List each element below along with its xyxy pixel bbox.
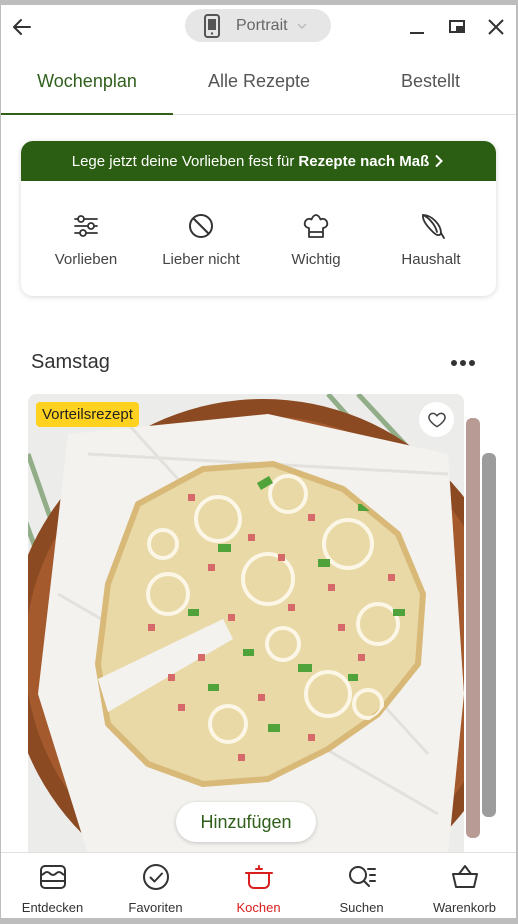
nav-entdecken[interactable]: Entdecken xyxy=(1,853,104,918)
cooking-pot-icon xyxy=(244,865,273,889)
nav-label: Kochen xyxy=(236,900,281,915)
prohibited-icon xyxy=(189,214,213,238)
tab-bar: Wochenplan Alle Rezepte Bestellt xyxy=(1,49,516,115)
whisk-icon xyxy=(422,214,445,239)
pref-item-wichtig[interactable]: Wichtig xyxy=(261,211,371,268)
favorite-button[interactable] xyxy=(419,402,454,437)
pref-item-label: Lieber nicht xyxy=(162,251,240,268)
tab-bestellt[interactable]: Bestellt xyxy=(345,49,516,114)
pref-item-label: Haushalt xyxy=(401,251,461,268)
nav-favoriten[interactable]: Favoriten xyxy=(104,853,207,918)
add-recipe-button[interactable]: Hinzufügen xyxy=(176,802,316,842)
recipe-image xyxy=(28,394,464,854)
check-circle-icon xyxy=(142,864,169,890)
nav-label: Entdecken xyxy=(21,900,84,915)
preferences-banner[interactable]: Lege jetzt deine Vorlieben fest für Reze… xyxy=(21,141,496,181)
sliders-icon xyxy=(74,215,98,237)
preferences-banner-text: Lege jetzt deine Vorlieben fest für xyxy=(71,152,295,170)
tab-alle-rezepte[interactable]: Alle Rezepte xyxy=(173,49,345,114)
restore-icon[interactable] xyxy=(446,16,468,38)
basket-icon xyxy=(451,865,478,888)
chef-hat-icon xyxy=(303,214,329,238)
preferences-banner-bold: Rezepte nach Maß xyxy=(298,152,430,170)
arrow-left-icon[interactable] xyxy=(10,15,34,39)
pref-item-vorlieben[interactable]: Vorlieben xyxy=(31,211,141,268)
chevron-down-icon xyxy=(297,22,307,29)
nav-label: Favoriten xyxy=(128,900,183,915)
preferences-card: Lege jetzt deine Vorlieben fest für Reze… xyxy=(21,141,496,296)
search-list-icon xyxy=(348,866,376,887)
pref-item-label: Wichtig xyxy=(291,251,341,268)
nav-suchen[interactable]: Suchen xyxy=(310,853,413,918)
nav-label: Suchen xyxy=(339,900,384,915)
preferences-items: Vorlieben Lieber nicht Wichtig Haushalt xyxy=(21,181,496,268)
pref-item-haushalt[interactable]: Haushalt xyxy=(376,211,486,268)
bottom-navigation: Entdecken Favoriten Kochen Suchen Warenk… xyxy=(1,852,516,918)
device-orientation-label: Portrait xyxy=(236,16,288,34)
device-orientation-dropdown[interactable]: Portrait xyxy=(185,9,331,42)
day-title: Samstag xyxy=(31,351,110,373)
tab-wochenplan[interactable]: Wochenplan xyxy=(1,49,173,115)
heart-icon xyxy=(427,412,446,427)
minimize-icon[interactable] xyxy=(406,16,428,38)
nav-warenkorb[interactable]: Warenkorb xyxy=(413,853,516,918)
title-bar: Portrait xyxy=(1,5,516,49)
discover-icon xyxy=(39,865,66,889)
recipe-card[interactable]: Vorteilsrezept Hinzufügen xyxy=(28,394,464,854)
nav-label: Warenkorb xyxy=(432,900,497,915)
chevron-right-icon xyxy=(435,154,444,168)
peek-recipe-card[interactable] xyxy=(466,418,480,838)
phone-icon xyxy=(204,13,220,38)
nav-kochen[interactable]: Kochen xyxy=(207,853,310,918)
recipe-badge: Vorteilsrezept xyxy=(36,402,139,427)
pref-item-label: Vorlieben xyxy=(54,251,118,268)
app-window: Portrait Wochenplan Alle Rezepte Bestell… xyxy=(1,5,516,918)
peek-recipe-card[interactable] xyxy=(482,453,496,817)
close-icon[interactable] xyxy=(485,16,507,38)
pref-item-lieber-nicht[interactable]: Lieber nicht xyxy=(146,211,256,268)
more-options-icon[interactable] xyxy=(449,353,477,373)
